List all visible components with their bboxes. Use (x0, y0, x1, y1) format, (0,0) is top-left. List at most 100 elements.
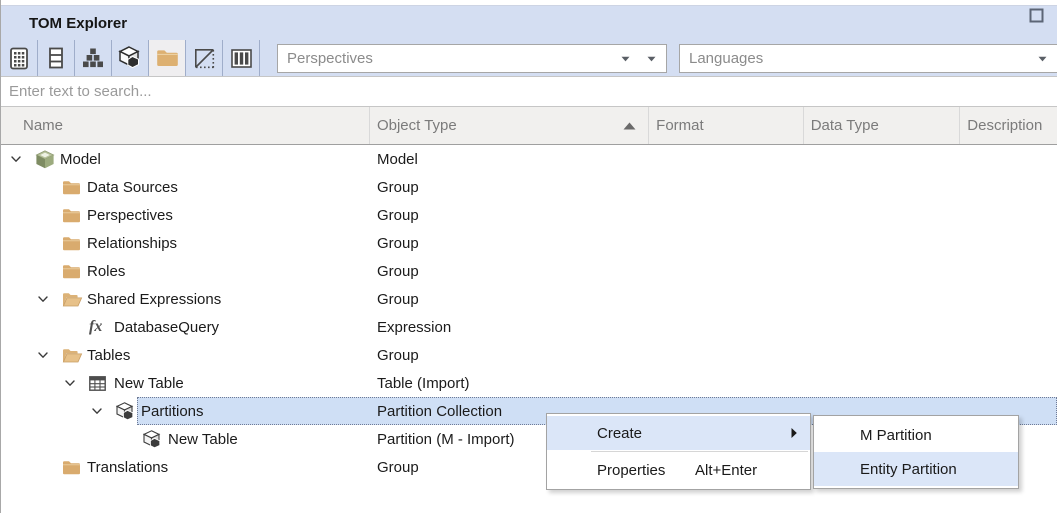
languages-value: Languages (689, 50, 1038, 67)
toolbar-button-diagonal-square[interactable] (186, 40, 223, 76)
tree-row-shared-expressions[interactable]: Shared Expressions Group (1, 285, 1057, 313)
tree-item-name: DatabaseQuery (114, 319, 219, 336)
chevron-down-icon[interactable] (1038, 56, 1047, 62)
column-header-format[interactable]: Format (649, 107, 804, 144)
perspectives-combo-buttons (621, 56, 656, 62)
tree-item-name: Model (60, 151, 101, 168)
tree-item-name: Partitions (141, 403, 204, 420)
tree-name-cell: Relationships (1, 235, 371, 252)
toolbar-button-cube[interactable] (112, 40, 149, 76)
column-header-name[interactable]: Name (1, 107, 370, 144)
tree-item-name: Roles (87, 263, 125, 280)
columns-icon (231, 49, 252, 68)
create-submenu: M Partition Entity Partition (813, 415, 1019, 489)
tree-row-databasequery[interactable]: fxDatabaseQuery Expression (1, 313, 1057, 341)
tree-name-cell: New Table (1, 375, 371, 392)
languages-combo-buttons (1038, 56, 1047, 62)
folder-open-icon (62, 292, 87, 307)
column-header-data-type[interactable]: Data Type (804, 107, 961, 144)
partition-icon (143, 430, 168, 449)
tree-row-perspectives[interactable]: PerspectivesGroup (1, 201, 1057, 229)
languages-combobox[interactable]: Languages (679, 44, 1057, 73)
tree-item-object-type: Partition Collection (377, 403, 502, 420)
tree-name-cell: New Table (1, 430, 371, 449)
chevron-down-icon[interactable] (621, 56, 630, 62)
tree-item-name: Translations (87, 459, 168, 476)
tree-row-new-table[interactable]: New Table Table (Import) (1, 369, 1057, 397)
chevron-down-icon[interactable] (90, 404, 116, 418)
chevron-down-icon[interactable] (36, 292, 62, 306)
diagonal-square-icon (194, 48, 215, 69)
tree-item-object-type: Group (377, 291, 419, 308)
menu-separator (591, 451, 808, 452)
toolbar-button-hierarchy[interactable] (75, 40, 112, 76)
toolbar-button-list[interactable] (38, 40, 75, 76)
cube-icon (118, 46, 142, 70)
tree-item-name: Perspectives (87, 207, 173, 224)
tree-name-cell: Tables (1, 347, 371, 364)
search-input[interactable] (1, 76, 1057, 107)
perspectives-value: Perspectives (287, 50, 621, 67)
context-menu: Create PropertiesAlt+Enter (546, 413, 811, 490)
menu-item-properties[interactable]: PropertiesAlt+Enter (547, 453, 810, 487)
column-header-description[interactable]: Description (960, 107, 1057, 144)
fx-icon: fx (89, 319, 114, 335)
calculator-icon (9, 47, 29, 70)
search-bar (1, 76, 1057, 107)
tree-item-object-type: Group (377, 179, 419, 196)
folder-closed-icon (62, 460, 87, 475)
submenu-item-entity-partition[interactable]: Entity Partition (814, 452, 1018, 486)
chevron-down-icon[interactable] (647, 56, 656, 62)
folder-open-icon (62, 348, 87, 363)
chevron-down-icon[interactable] (36, 348, 62, 362)
restore-window-icon (1028, 7, 1045, 29)
column-header-object-type[interactable]: Object Type (370, 107, 649, 144)
tree-name-cell: Perspectives (1, 207, 371, 224)
tree-item-object-type: Expression (377, 319, 451, 336)
tree-row-tables[interactable]: Tables Group (1, 341, 1057, 369)
folder-icon (156, 49, 179, 67)
tree-item-name: New Table (168, 431, 238, 448)
tree-item-object-type: Group (377, 235, 419, 252)
tree-name-cell: fxDatabaseQuery (1, 319, 371, 336)
column-header-label: Format (656, 117, 704, 134)
toolbar-button-folder[interactable] (149, 40, 186, 76)
tree-item-name: Relationships (87, 235, 177, 252)
grid-column-headers: Name Object Type Format Data Type Descriptio… (1, 107, 1057, 145)
folder-closed-icon (62, 208, 87, 223)
tree-name-cell: Translations (1, 459, 371, 476)
folder-closed-icon (62, 180, 87, 195)
restore-window-button[interactable] (1028, 9, 1045, 26)
menu-item-label: Entity Partition (860, 461, 957, 478)
column-header-label: Object Type (377, 117, 457, 134)
sort-ascending-icon (623, 122, 636, 130)
tree-item-object-type: Group (377, 347, 419, 364)
chevron-down-icon[interactable] (9, 152, 35, 166)
menu-item-label: Create (597, 425, 642, 442)
submenu-item-m-partition[interactable]: M Partition (814, 418, 1018, 452)
toolbar-buttons (1, 40, 260, 76)
tree-name-cell: Roles (1, 263, 371, 280)
list-icon (48, 47, 64, 69)
hierarchy-icon (82, 48, 104, 68)
tree-row-model[interactable]: Model Model (1, 145, 1057, 173)
folder-closed-icon (62, 264, 87, 279)
tree-row-relationships[interactable]: Relationships Group (1, 229, 1057, 257)
toolbar-button-columns[interactable] (223, 40, 260, 76)
partition-icon (116, 402, 141, 421)
perspectives-combobox[interactable]: Perspectives (277, 44, 667, 73)
tree-item-name: Shared Expressions (87, 291, 221, 308)
tree-row-roles[interactable]: RolesGroup (1, 257, 1057, 285)
column-header-label: Description (967, 117, 1042, 134)
menu-item-create[interactable]: Create (547, 416, 810, 450)
tree-item-object-type: Group (377, 459, 419, 476)
tree-name-cell: Model (1, 150, 371, 169)
tree-item-object-type: Table (Import) (377, 375, 470, 392)
menu-item-label: Properties (597, 462, 665, 479)
chevron-down-icon[interactable] (63, 376, 89, 390)
toolbar-button-calculator[interactable] (1, 40, 38, 76)
tree-item-object-type: Model (377, 151, 418, 168)
tree-row-data-sources[interactable]: Data SourcesGroup (1, 173, 1057, 201)
model-icon (35, 150, 60, 169)
column-header-label: Data Type (811, 117, 879, 134)
